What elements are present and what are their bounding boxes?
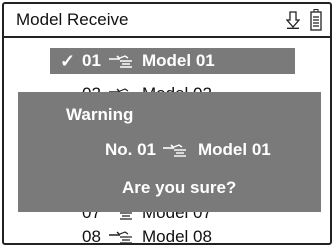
model-list-item-08[interactable]: 08 Model 08	[4, 223, 330, 245]
model-list-item-01[interactable]: ✓ 01 Model 01	[4, 47, 330, 75]
model-name: Model 01	[142, 51, 215, 70]
download-arrow-icon	[285, 11, 301, 34]
title-bar: Model Receive	[4, 4, 330, 38]
model-number: 08	[82, 227, 101, 245]
model-receive-screen: Model Receive ✓ 01 Model 01 07 Model 07 …	[2, 2, 332, 245]
model-number: 01	[82, 51, 101, 70]
screen-title: Model Receive	[16, 10, 129, 29]
model-name: Model 08	[142, 227, 212, 245]
battery-icon	[310, 9, 322, 36]
checkmark-icon: ✓	[60, 51, 76, 71]
dialog-title: Warning	[66, 105, 134, 124]
model-link-icon	[108, 53, 134, 69]
dialog-model-number: No. 01	[105, 140, 157, 159]
dialog-model-name: Model 01	[198, 140, 271, 159]
warning-dialog[interactable]: Warning No. 01 Model 01 Are you sure?	[18, 92, 321, 212]
model-link-icon	[162, 142, 188, 158]
model-link-icon	[108, 229, 134, 243]
status-icons	[285, 9, 322, 36]
dialog-question: Are you sure?	[122, 178, 237, 197]
